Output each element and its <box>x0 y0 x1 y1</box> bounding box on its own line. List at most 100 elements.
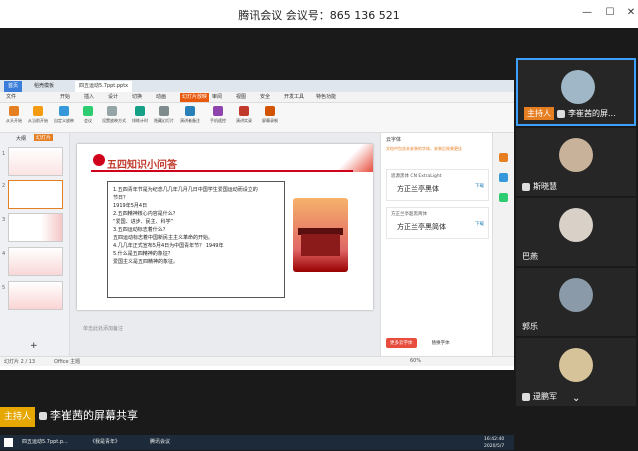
font-card[interactable]: 方正兰亭超黑简体 方正兰亭黑简体 下载 <box>386 207 489 239</box>
slide-thumbnail[interactable] <box>8 213 63 242</box>
ribbon-record-talk[interactable]: 演讲实录 <box>234 106 254 130</box>
ribbon-from-start[interactable]: 从头开始 <box>4 106 24 130</box>
side-toolbar <box>492 133 514 356</box>
participant-name: 斯晓慧 <box>533 182 557 191</box>
tab-document[interactable]: 四五运动5.7ppt.pptx <box>75 81 133 92</box>
ribbon-speaker-notes[interactable]: 演讲者备注 <box>180 106 200 130</box>
clock-date: 2020/5/7 <box>484 444 505 449</box>
menu-design[interactable]: 设计 <box>108 93 118 102</box>
shared-screen: 首页 稻壳模板 四五运动5.7ppt.pptx 文件 开始 插入 设计 切换 动… <box>0 80 514 450</box>
property-icon[interactable] <box>499 173 508 182</box>
slide-thumbnail[interactable] <box>8 147 63 176</box>
maximize-icon[interactable]: ☐ <box>603 6 617 20</box>
wps-tab-bar: 首页 稻壳模板 四五运动5.7ppt.pptx <box>0 80 514 92</box>
font-tip: 文档中包含未安装的字体，安装后效果更佳 <box>386 146 462 151</box>
qa-line: 3.五四运动标志着什么？ <box>113 227 168 233</box>
qa-line: 1.五四青年节是为纪念几几年几月几日中国学生爱国运动而设立的 <box>113 187 258 193</box>
phone-icon <box>213 106 223 116</box>
ribbon-phone-remote[interactable]: 手机遥控 <box>208 106 228 130</box>
ribbon-custom-show[interactable]: 自定义放映 <box>54 106 74 130</box>
qa-line: 爱国主义是五四精神的象征。 <box>113 259 179 265</box>
style-icon[interactable] <box>499 153 508 162</box>
participant-name: 巴燕 <box>522 252 538 261</box>
windows-start-icon[interactable] <box>4 438 13 447</box>
minimize-icon[interactable]: — <box>580 6 594 20</box>
zoom-level[interactable]: 60% <box>410 358 421 364</box>
replace-font-button[interactable]: 替换字体 <box>428 338 454 348</box>
tab-home[interactable]: 首页 <box>4 81 23 92</box>
participant-name: 逯鹏军 <box>533 392 557 401</box>
menu-file[interactable]: 文件 <box>6 93 16 102</box>
meeting-title: 腾讯会议 会议号：865 136 521 <box>238 9 400 22</box>
download-button[interactable]: 下载 <box>475 221 484 227</box>
current-slide[interactable]: 五四知识小问答 1.五四青年节是为纪念几几年几月几日中国学生爱国运动而设立的 节… <box>77 144 373 310</box>
ribbon-rehearse[interactable]: 排练计时 <box>130 106 150 130</box>
slide-title: 五四知识小问答 <box>107 160 177 171</box>
share-indicator: 主持人 李崔茜的屏幕共享 <box>0 406 139 427</box>
ribbon-hide-slide[interactable]: 隐藏幻灯片 <box>154 106 174 130</box>
menu-slideshow[interactable]: 幻灯片放映 <box>180 93 210 102</box>
host-badge: 主持人 <box>524 107 554 120</box>
slide-thumbnail-selected[interactable] <box>8 180 63 209</box>
menu-devtools[interactable]: 开发工具 <box>284 93 304 102</box>
tab-slides[interactable]: 幻灯片 <box>34 134 54 141</box>
taskbar-item[interactable]: 四五运动5.7ppt.p... <box>22 438 68 447</box>
wps-menu-bar: 文件 开始 插入 设计 切换 动画 幻灯片放映 审阅 视图 安全 开发工具 特色… <box>0 92 514 103</box>
menu-insert[interactable]: 插入 <box>84 93 94 102</box>
menu-transition[interactable]: 切换 <box>132 93 142 102</box>
participant-tile[interactable]: 斯晓慧 <box>516 128 636 196</box>
avatar <box>559 278 593 312</box>
menu-view[interactable]: 视图 <box>236 93 246 102</box>
participant-tile[interactable]: 巴燕 <box>516 198 636 266</box>
record-icon <box>239 106 249 116</box>
qa-line: 五四运动标志着中国新民主主义革命的开始。 <box>113 235 214 241</box>
close-icon[interactable]: ✕ <box>624 6 638 20</box>
participant-tile[interactable]: 郭乐 <box>516 268 636 336</box>
tab-outline[interactable]: 大纲 <box>16 135 26 142</box>
qa-line: 4.几几年正式宣布5月4日为中国青年节？ 1949年 <box>113 243 224 249</box>
slide-canvas: 五四知识小问答 1.五四青年节是为纪念几几年几月几日中国学生爱国运动而设立的 节… <box>70 133 380 356</box>
taskbar-item[interactable]: 《我是青年》 <box>90 438 120 447</box>
animation-icon[interactable] <box>499 193 508 202</box>
ribbon-meeting[interactable]: 会议 <box>78 106 98 130</box>
custom-show-icon <box>59 106 69 116</box>
meeting-icon <box>83 106 93 116</box>
menu-animation[interactable]: 动画 <box>156 93 166 102</box>
share-label: 李崔茜的屏幕共享 <box>50 409 139 422</box>
menu-review[interactable]: 审阅 <box>212 93 222 102</box>
notes-icon <box>185 106 195 116</box>
download-button[interactable]: 下载 <box>475 183 484 189</box>
qa-line: 1919年5月4日 <box>113 203 148 209</box>
taskbar-item[interactable]: 腾讯会议 <box>150 438 170 447</box>
timer-icon <box>135 106 145 116</box>
ribbon-setup-show[interactable]: 设置放映方式 <box>102 106 126 130</box>
participant-tile-active[interactable]: 主持人 李崔茜的屏... <box>516 58 636 126</box>
slide-thumbnail-pane: 大纲 幻灯片 1 2 3 4 5 + <box>0 133 70 356</box>
speaker-notes[interactable]: 单击此处添加备注 <box>77 323 373 335</box>
avatar <box>559 138 593 172</box>
menu-home[interactable]: 开始 <box>60 93 70 102</box>
avatar <box>559 348 593 382</box>
menu-security[interactable]: 安全 <box>260 93 270 102</box>
slide-number: 1 <box>2 151 6 157</box>
mic-icon <box>557 109 565 118</box>
ribbon-from-current[interactable]: 从当前开始 <box>28 106 48 130</box>
ribbon-screen-record[interactable]: 屏幕录制 <box>260 106 280 130</box>
slide-thumbnail[interactable] <box>8 247 63 276</box>
menu-features[interactable]: 特色功能 <box>316 93 336 102</box>
chevron-down-icon[interactable]: ⌄ <box>572 393 580 404</box>
slide-thumbnail[interactable] <box>8 281 63 310</box>
wps-ribbon: 从头开始 从当前开始 自定义放映 会议 设置放映方式 排练计时 隐藏幻灯片 演讲… <box>0 103 514 133</box>
tiananmen-image <box>293 198 348 272</box>
participant-tile[interactable]: 逯鹏军 ⌄ <box>516 338 636 406</box>
host-badge: 主持人 <box>0 407 36 427</box>
tab-templates[interactable]: 稻壳模板 <box>30 81 58 92</box>
add-slide-icon[interactable]: + <box>30 341 38 351</box>
play-current-icon <box>33 106 43 116</box>
pane-header: 云字体 <box>386 137 402 143</box>
font-card[interactable]: 思源黑体 CN ExtraLight 方正兰亭黑体 下载 <box>386 169 489 201</box>
qa-line: 节日？ <box>113 195 129 201</box>
qa-text-box[interactable]: 1.五四青年节是为纪念几几年几月几日中国学生爱国运动而设立的 节日？ 1919年… <box>107 181 285 298</box>
more-fonts-button[interactable]: 更多云字体 <box>386 338 417 348</box>
qa-line: 5.什么是五四精神的象征？ <box>113 251 173 257</box>
